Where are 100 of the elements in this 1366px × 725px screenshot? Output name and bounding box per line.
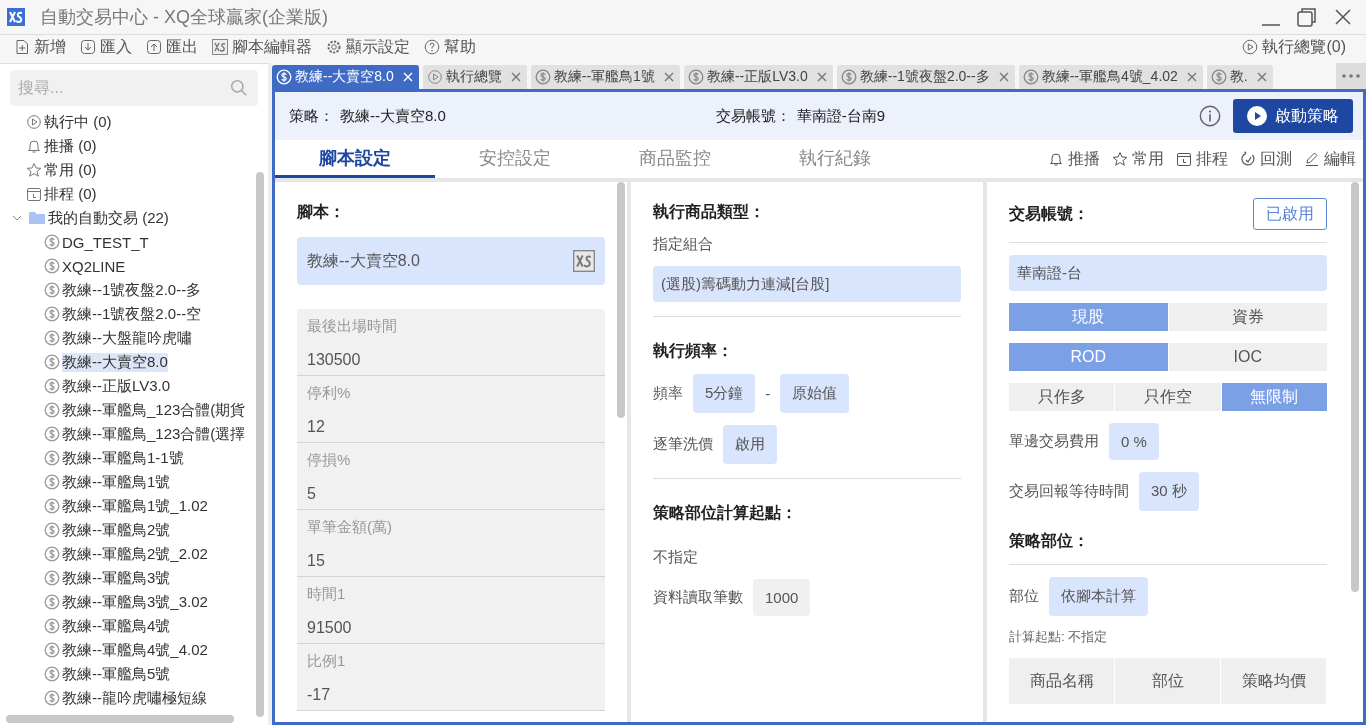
tab-label[interactable]: 執行總覽 bbox=[445, 68, 502, 86]
tab[interactable]: 教練--1號夜盤2.0--多 bbox=[836, 65, 1015, 89]
toolbar-button[interactable]: 匯出 bbox=[140, 36, 204, 58]
segment-button[interactable]: 只作空 bbox=[1115, 383, 1221, 411]
segment-button[interactable]: 只作多 bbox=[1009, 383, 1115, 411]
frequency-mode-field[interactable]: 原始值 bbox=[780, 374, 850, 413]
toolbar-button[interactable]: 顯示設定 bbox=[320, 36, 416, 58]
search-field[interactable]: 搜尋... bbox=[10, 70, 258, 106]
parameter-field[interactable]: 時間1 91500 bbox=[297, 577, 605, 644]
tab[interactable]: 教. bbox=[1206, 65, 1273, 89]
scrollbar[interactable] bbox=[1351, 182, 1359, 592]
tree-item[interactable]: 教練--軍艦鳥4號 bbox=[0, 614, 268, 638]
tab-label[interactable]: 教. bbox=[1229, 68, 1248, 86]
segment-button[interactable]: 資券 bbox=[1168, 303, 1327, 331]
folder-item[interactable]: 我的自動交易 (22) bbox=[0, 206, 268, 230]
tab[interactable]: 教練--正版LV3.0 bbox=[683, 65, 833, 89]
toolbar-button[interactable]: 腳本編輯器 bbox=[206, 36, 318, 58]
tab[interactable]: 教練--軍艦鳥1號 bbox=[530, 65, 680, 89]
tick-pricing-field[interactable]: 啟用 bbox=[723, 425, 777, 464]
scrollbar[interactable] bbox=[6, 715, 234, 723]
xs-logo-icon[interactable] bbox=[573, 250, 595, 272]
action-button[interactable]: 推播 bbox=[1045, 148, 1103, 170]
action-button[interactable]: 回測 bbox=[1237, 148, 1295, 170]
run-overview-button[interactable]: 執行總覽(0) bbox=[1236, 36, 1352, 58]
tab[interactable]: 教練--軍艦鳥4號_4.02 bbox=[1018, 65, 1203, 89]
parameter-field[interactable]: 停損% 5 bbox=[297, 443, 605, 510]
toolbar-button[interactable]: 新增 bbox=[8, 36, 72, 58]
toolbar-button[interactable]: 匯入 bbox=[74, 36, 138, 58]
tree-item[interactable]: 教練--軍艦鳥1號_1.02 bbox=[0, 494, 268, 518]
tree-item[interactable]: 教練--軍艦鳥_123合體(選擇 bbox=[0, 422, 268, 446]
tab[interactable]: 安控設定 bbox=[435, 140, 595, 178]
close-icon[interactable] bbox=[998, 72, 1009, 82]
segment-button[interactable]: IOC bbox=[1168, 343, 1327, 371]
tab[interactable]: 執行紀錄 bbox=[755, 140, 915, 178]
scrollbar[interactable] bbox=[256, 172, 264, 717]
tree-item[interactable]: 教練--大賣空8.0 bbox=[0, 350, 268, 374]
action-button[interactable]: 編輯 bbox=[1301, 148, 1359, 170]
tree-item[interactable]: 教練--龍吟虎嘯極短線 bbox=[0, 686, 268, 710]
sidebar-item[interactable]: 執行中 (0) bbox=[0, 110, 268, 134]
close-icon[interactable] bbox=[1256, 72, 1267, 82]
position-field[interactable]: 依腳本計算 bbox=[1049, 577, 1148, 616]
tree-item[interactable]: XQ2LINE bbox=[0, 254, 268, 278]
tree-item[interactable]: 教練--軍艦鳥5號 bbox=[0, 662, 268, 686]
tab[interactable]: 腳本設定 bbox=[275, 140, 435, 178]
tree-item[interactable]: 教練--軍艦鳥2號 bbox=[0, 518, 268, 542]
tab-label[interactable]: 教練--軍艦鳥1號 bbox=[553, 68, 655, 86]
calc-start-note: 計算起點: 不指定 bbox=[1009, 628, 1109, 646]
parameter-field[interactable]: 比例1 -17 bbox=[297, 644, 605, 711]
tree-item[interactable]: DG_TEST_T bbox=[0, 230, 268, 254]
tab-label[interactable]: 教練--大賣空8.0 bbox=[295, 68, 394, 86]
sidebar-item[interactable]: 常用 (0) bbox=[0, 158, 268, 182]
tree-item[interactable]: 教練--正版LV3.0 bbox=[0, 374, 268, 398]
parameter-field[interactable]: 最後出場時間 130500 bbox=[297, 309, 605, 376]
sidebar-item[interactable]: 排程 (0) bbox=[0, 182, 268, 206]
tab[interactable]: 教練--大賣空8.0 bbox=[272, 65, 419, 89]
tree-item[interactable]: 教練--軍艦鳥2號_2.02 bbox=[0, 542, 268, 566]
close-icon[interactable] bbox=[816, 72, 827, 82]
read-count-field[interactable]: 1000 bbox=[753, 579, 811, 616]
parameter-field[interactable]: 單筆金額(萬) 15 bbox=[297, 510, 605, 577]
tab[interactable]: 執行總覽 bbox=[422, 65, 527, 89]
play-icon bbox=[26, 114, 42, 130]
action-button[interactable]: 常用 bbox=[1109, 148, 1167, 170]
tree-item[interactable]: 教練--軍艦鳥4號_4.02 bbox=[0, 638, 268, 662]
frequency-field[interactable]: 5分鐘 bbox=[693, 374, 756, 413]
start-strategy-button[interactable]: 啟動策略 bbox=[1233, 99, 1353, 133]
tab-label[interactable]: 教練--正版LV3.0 bbox=[706, 68, 808, 86]
parameter-field[interactable]: 停利% 12 bbox=[297, 376, 605, 443]
wait-time-field[interactable]: 30 秒 bbox=[1139, 472, 1199, 511]
account-field[interactable]: 華南證-台 bbox=[1009, 255, 1327, 291]
tree-item[interactable]: 教練--1號夜盤2.0--多 bbox=[0, 278, 268, 302]
sidebar-item[interactable]: 推播 (0) bbox=[0, 134, 268, 158]
script-field[interactable]: 教練--大賣空8.0 bbox=[297, 237, 605, 285]
chevron-icon[interactable] bbox=[12, 213, 22, 223]
tab[interactable]: 商品監控 bbox=[595, 140, 755, 178]
folder-icon bbox=[28, 210, 46, 226]
tree-item[interactable]: 教練--軍艦鳥1號 bbox=[0, 470, 268, 494]
dollar-icon bbox=[44, 642, 60, 658]
tree-item[interactable]: 教練--軍艦鳥1-1號 bbox=[0, 446, 268, 470]
dollar-icon bbox=[44, 258, 60, 274]
search-icon[interactable] bbox=[230, 79, 248, 97]
portfolio-field[interactable]: (選股)籌碼動力連減[台股] bbox=[653, 266, 961, 302]
close-icon[interactable] bbox=[663, 72, 674, 82]
tree-item[interactable]: 教練--軍艦鳥_123合體(期貨 bbox=[0, 398, 268, 422]
tab-label[interactable]: 教練--軍艦鳥4號_4.02 bbox=[1041, 68, 1178, 86]
enabled-button[interactable]: 已啟用 bbox=[1253, 198, 1327, 230]
tree-item[interactable]: 教練--軍艦鳥3號_3.02 bbox=[0, 590, 268, 614]
tab-label[interactable]: 教練--1號夜盤2.0--多 bbox=[859, 68, 990, 86]
toolbar-button[interactable]: 幫助 bbox=[418, 36, 482, 58]
close-icon[interactable] bbox=[510, 72, 521, 82]
tree-item[interactable]: 教練--軍艦鳥3號 bbox=[0, 566, 268, 590]
close-icon[interactable] bbox=[1186, 72, 1197, 82]
info-icon[interactable] bbox=[1199, 105, 1221, 127]
action-button[interactable]: 排程 bbox=[1173, 148, 1231, 170]
tree-item[interactable]: 教練--1號夜盤2.0--空 bbox=[0, 302, 268, 326]
more-icon[interactable] bbox=[1336, 63, 1366, 89]
scrollbar[interactable] bbox=[617, 182, 625, 418]
tree-item[interactable]: 教練--大盤龍吟虎嘯 bbox=[0, 326, 268, 350]
dollar-icon bbox=[276, 69, 292, 85]
restore-icon[interactable] bbox=[1296, 6, 1318, 28]
fee-field[interactable]: 0 % bbox=[1109, 423, 1159, 460]
